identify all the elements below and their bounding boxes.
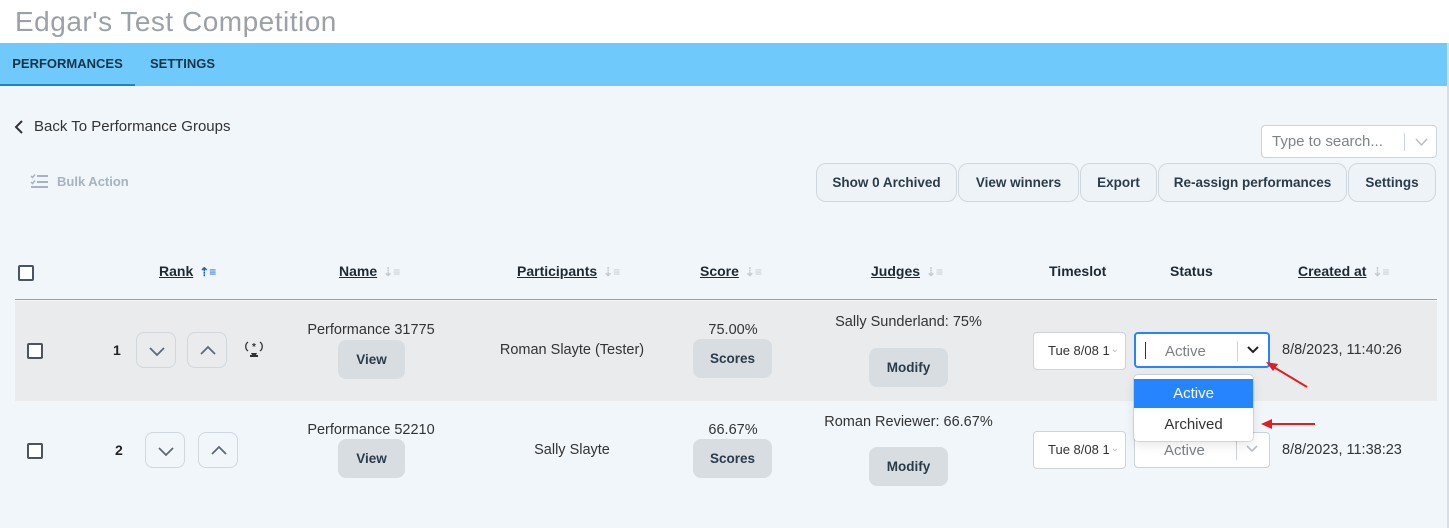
timeslot-select[interactable]: Tue 8/08 1 ⌄ [1033,431,1126,469]
rank-number: 2 [115,442,123,458]
show-archived-button[interactable]: Show 0 Archived [816,163,957,202]
title-bar: Edgar's Test Competition [0,0,1449,43]
back-link-label: Back To Performance Groups [34,118,231,135]
chevron-up-icon [200,345,216,355]
created-at-cell: 8/8/2023, 11:38:23 [1282,442,1402,458]
table-header: Rank ⇡≡ Name ⇣≡ Participants ⇣≡ Score ⇣≡ Jud… [15,260,1437,300]
page-title: Edgar's Test Competition [15,6,337,37]
column-rank[interactable]: Rank ⇡≡ [159,263,216,279]
view-button[interactable]: View [338,439,405,478]
chevron-down-icon[interactable] [1415,138,1428,147]
column-rank-label: Rank [159,263,194,279]
select-separator [1237,341,1238,361]
sort-icon: ⇣≡ [926,265,944,279]
column-status-label: Status [1170,263,1213,279]
search-select[interactable] [1261,125,1437,158]
column-judges-label: Judges [871,263,921,279]
svg-text:*: * [252,342,256,353]
chevron-down-icon: ⌄ [1110,344,1119,355]
participants-cell: Sally Slayte [534,442,610,458]
chevron-down-icon[interactable] [1246,343,1260,357]
view-button[interactable]: View [338,340,405,379]
timeslot-value: Tue 8/08 1 [1048,442,1110,457]
chevron-down-icon [149,347,165,357]
text-cursor [1145,342,1146,359]
settings-button[interactable]: Settings [1348,163,1436,202]
select-all-checkbox[interactable] [18,265,34,281]
checklist-icon [30,174,48,188]
sort-icon: ⇣≡ [744,265,762,279]
search-separator [1404,133,1405,151]
timeslot-value: Tue 8/08 1 [1048,343,1110,358]
move-down-button[interactable] [136,332,176,368]
scores-button[interactable]: Scores [693,439,772,478]
row-checkbox[interactable] [27,443,43,459]
judge-score: Roman Reviewer: 66.67% [824,414,993,430]
score-value: 75.00% [708,322,758,338]
modify-button[interactable]: Modify [869,447,948,486]
performance-name: Performance 31775 [307,322,435,338]
judge-score: Sally Sunderland: 75% [835,314,982,330]
select-separator [1236,440,1237,460]
chevron-up-icon [211,445,227,455]
reassign-performances-button[interactable]: Re-assign performances [1158,163,1347,202]
performance-name: Performance 52210 [307,422,435,438]
modify-button[interactable]: Modify [869,348,948,387]
chevron-down-icon [158,447,174,457]
created-at-cell: 8/8/2023, 11:40:26 [1282,342,1402,358]
move-up-button[interactable] [198,432,238,468]
column-status: Status [1170,263,1213,279]
chevron-down-icon: ⌄ [1110,443,1119,454]
column-name-label: Name [339,263,378,279]
tab-performances[interactable]: PERFORMANCES [0,43,135,86]
column-score[interactable]: Score ⇣≡ [700,263,762,279]
chevron-down-icon[interactable] [1245,442,1259,456]
column-participants[interactable]: Participants ⇣≡ [517,263,620,279]
move-down-button[interactable] [145,432,185,468]
sort-asc-icon: ⇡≡ [199,265,217,279]
status-dropdown-menu: Active Archived [1134,375,1253,441]
column-created-at[interactable]: Created at ⇣≡ [1298,263,1390,279]
back-to-groups-link[interactable]: Back To Performance Groups [14,118,230,135]
row-checkbox[interactable] [27,343,43,359]
sort-icon: ⇣≡ [383,265,401,279]
bulk-action-button[interactable]: Bulk Action [30,173,129,189]
view-winners-button[interactable]: View winners [958,163,1079,202]
tab-bar: PERFORMANCES SETTINGS [0,43,1449,86]
column-participants-label: Participants [517,263,598,279]
move-up-button[interactable] [187,332,227,368]
status-select[interactable]: Active [1134,332,1270,368]
sort-icon: ⇣≡ [603,265,621,279]
status-value: Active [1165,343,1206,360]
column-created-at-label: Created at [1298,263,1367,279]
export-button[interactable]: Export [1080,163,1157,202]
annotation-arrow-icon [1261,419,1315,429]
score-value: 66.67% [708,422,758,438]
column-judges[interactable]: Judges ⇣≡ [871,263,943,279]
column-score-label: Score [700,263,739,279]
search-input[interactable] [1262,126,1400,157]
column-timeslot: Timeslot [1049,263,1106,279]
sort-icon: ⇣≡ [1372,265,1390,279]
participants-cell: Roman Slayte (Tester) [499,342,645,358]
column-timeslot-label: Timeslot [1049,263,1107,279]
timeslot-select[interactable]: Tue 8/08 1 ⌄ [1033,332,1126,370]
annotation-arrow-icon [1266,362,1308,388]
status-option-active[interactable]: Active [1134,379,1253,408]
chevron-left-icon [14,119,23,134]
status-option-archived[interactable]: Archived [1134,410,1253,439]
status-value: Active [1164,442,1205,459]
column-name[interactable]: Name ⇣≡ [339,263,400,279]
bulk-action-label: Bulk Action [57,173,129,189]
rank-number: 1 [113,342,121,358]
scores-button[interactable]: Scores [693,339,772,378]
tab-settings[interactable]: SETTINGS [150,43,215,86]
winner-trophy-icon[interactable]: * [244,340,264,358]
